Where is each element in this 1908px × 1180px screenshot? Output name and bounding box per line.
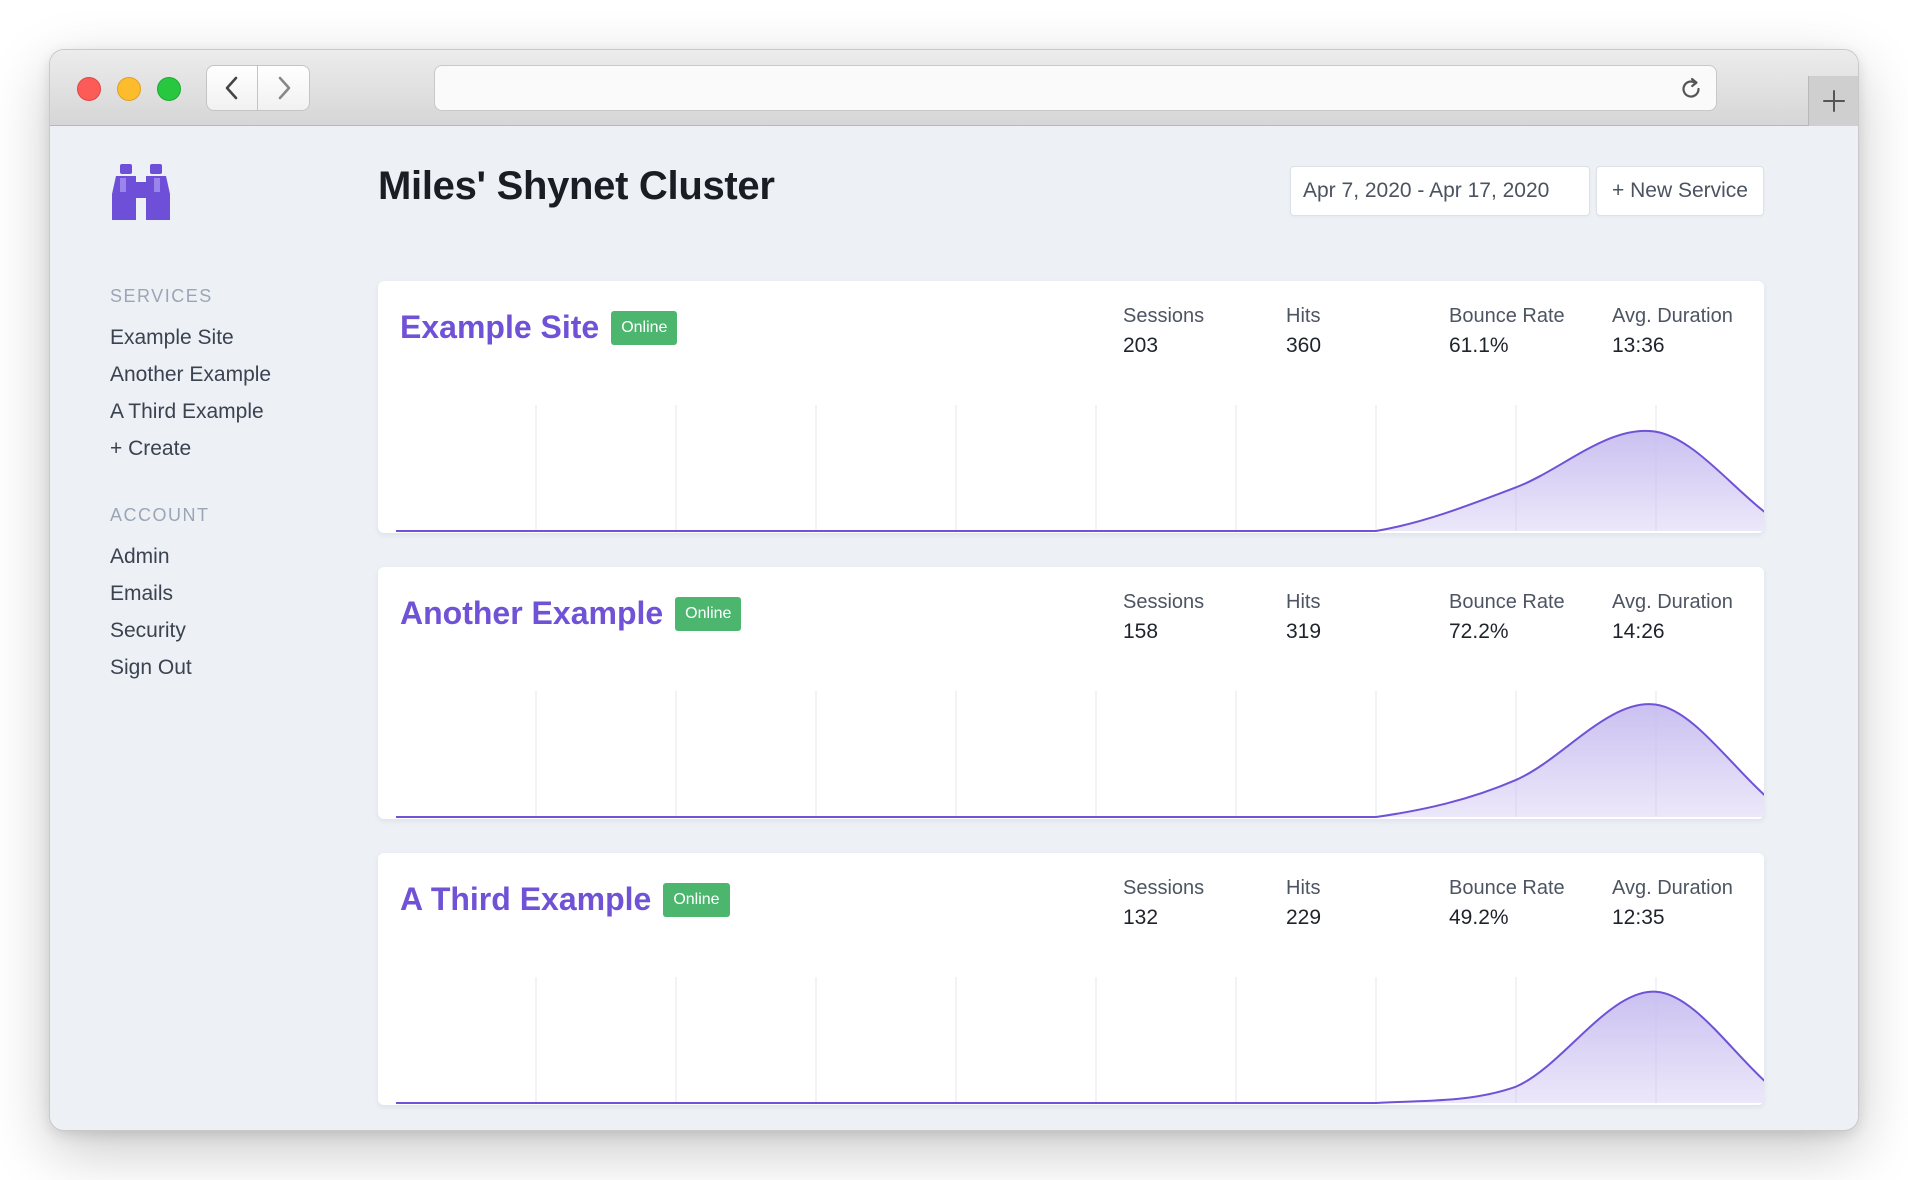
stat-label: Avg. Duration	[1612, 305, 1733, 327]
stat-value: 49.2%	[1449, 906, 1509, 929]
sidebar-account-group: ACCOUNT Admin Emails Security Sign Out	[110, 505, 370, 686]
stat-avg-duration: Avg. Duration 12:35	[1612, 877, 1764, 930]
service-title-link[interactable]: Another Example Online	[400, 595, 742, 632]
sidebar-item-third-example[interactable]: A Third Example	[110, 393, 370, 430]
chevron-left-icon	[225, 76, 238, 100]
stat-label: Bounce Rate	[1449, 591, 1565, 613]
stat-hits: Hits 360	[1286, 305, 1449, 358]
stat-value: 319	[1286, 620, 1322, 643]
service-card: Another Example Online Sessions 158 Hits…	[378, 567, 1764, 819]
stat-value: 72.2%	[1449, 620, 1509, 643]
stat-sessions: Sessions 132	[1123, 877, 1286, 930]
stat-value: 203	[1123, 334, 1159, 357]
sidebar-services-group: SERVICES Example Site Another Example A …	[110, 286, 370, 467]
status-badge: Online	[611, 310, 678, 345]
sidebar-heading-account: ACCOUNT	[110, 505, 210, 525]
service-stats: Sessions 132 Hits 229 Bounce Rate 49.2% …	[1123, 877, 1764, 930]
chart-area	[396, 704, 1764, 817]
date-range-picker[interactable]: Apr 7, 2020 - Apr 17, 2020	[1290, 166, 1590, 216]
stat-label: Hits	[1286, 877, 1321, 899]
stat-label: Bounce Rate	[1449, 305, 1565, 327]
stat-sessions: Sessions 158	[1123, 591, 1286, 644]
sessions-area-chart	[396, 691, 1764, 818]
binoculars-icon[interactable]	[110, 164, 172, 222]
reload-icon[interactable]	[1678, 76, 1704, 102]
new-tab-button[interactable]	[1808, 76, 1858, 126]
stat-label: Hits	[1286, 305, 1321, 327]
stat-label: Avg. Duration	[1612, 591, 1733, 613]
sessions-area-chart	[396, 977, 1764, 1104]
service-card: Example Site Online Sessions 203 Hits 36…	[378, 281, 1764, 533]
service-title-link[interactable]: A Third Example Online	[400, 881, 730, 918]
stat-value: 229	[1286, 906, 1322, 929]
stat-avg-duration: Avg. Duration 14:26	[1612, 591, 1764, 644]
browser-titlebar	[50, 50, 1858, 126]
minimize-window-button[interactable]	[117, 77, 141, 101]
service-name: A Third Example	[400, 881, 652, 917]
status-badge: Online	[675, 596, 742, 631]
page-title: Miles' Shynet Cluster	[378, 164, 775, 208]
sidebar-item-security[interactable]: Security	[110, 612, 370, 649]
back-button[interactable]	[206, 65, 258, 111]
service-stats: Sessions 158 Hits 319 Bounce Rate 72.2% …	[1123, 591, 1764, 644]
sidebar: SERVICES Example Site Another Example A …	[110, 286, 370, 724]
service-name: Another Example	[400, 595, 664, 631]
sidebar-item-admin[interactable]: Admin	[110, 538, 370, 575]
stat-sessions: Sessions 203	[1123, 305, 1286, 358]
stat-value: 158	[1123, 620, 1159, 643]
stat-label: Sessions	[1123, 877, 1205, 899]
browser-window: SERVICES Example Site Another Example A …	[50, 50, 1858, 1130]
stat-value: 132	[1123, 906, 1159, 929]
service-title-link[interactable]: Example Site Online	[400, 309, 678, 346]
stat-avg-duration: Avg. Duration 13:36	[1612, 305, 1764, 358]
stat-label: Avg. Duration	[1612, 877, 1733, 899]
sidebar-item-create[interactable]: + Create	[110, 430, 370, 467]
stat-label: Hits	[1286, 591, 1321, 613]
stat-value: 61.1%	[1449, 334, 1509, 357]
forward-button[interactable]	[258, 65, 310, 111]
sessions-area-chart	[396, 405, 1764, 532]
chart-area	[396, 991, 1764, 1103]
stat-value: 360	[1286, 334, 1322, 357]
sidebar-item-another-example[interactable]: Another Example	[110, 356, 370, 393]
stat-value: 13:36	[1612, 334, 1665, 357]
service-name: Example Site	[400, 309, 600, 345]
stat-bounce-rate: Bounce Rate 49.2%	[1449, 877, 1612, 930]
stat-hits: Hits 229	[1286, 877, 1449, 930]
close-window-button[interactable]	[77, 77, 101, 101]
stat-bounce-rate: Bounce Rate 61.1%	[1449, 305, 1612, 358]
page-content: SERVICES Example Site Another Example A …	[50, 126, 1858, 1130]
maximize-window-button[interactable]	[157, 77, 181, 101]
sidebar-item-example-site[interactable]: Example Site	[110, 319, 370, 356]
service-stats: Sessions 203 Hits 360 Bounce Rate 61.1% …	[1123, 305, 1764, 358]
stat-value: 14:26	[1612, 620, 1665, 643]
stat-label: Sessions	[1123, 591, 1205, 613]
stat-hits: Hits 319	[1286, 591, 1449, 644]
service-card: A Third Example Online Sessions 132 Hits…	[378, 853, 1764, 1105]
sidebar-heading-services: SERVICES	[110, 286, 213, 306]
chart-area	[396, 430, 1764, 531]
sidebar-item-emails[interactable]: Emails	[110, 575, 370, 612]
stat-label: Sessions	[1123, 305, 1205, 327]
new-service-button[interactable]: + New Service	[1596, 166, 1764, 216]
address-bar[interactable]	[434, 65, 1717, 111]
stat-bounce-rate: Bounce Rate 72.2%	[1449, 591, 1612, 644]
chevron-right-icon	[278, 76, 290, 100]
stat-label: Bounce Rate	[1449, 877, 1565, 899]
plus-icon	[1822, 90, 1845, 112]
stat-value: 12:35	[1612, 906, 1665, 929]
sidebar-item-sign-out[interactable]: Sign Out	[110, 649, 370, 686]
status-badge: Online	[663, 882, 730, 917]
